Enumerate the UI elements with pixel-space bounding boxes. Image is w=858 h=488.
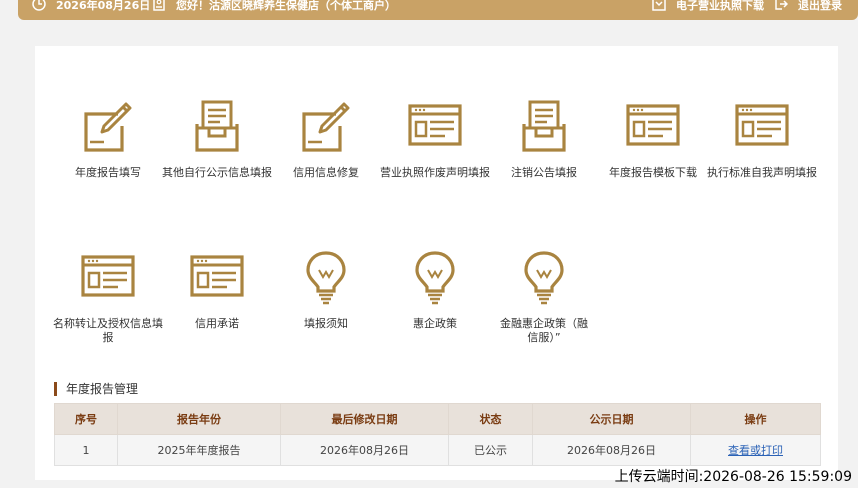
tile-label: 执行标准自我声明填报 — [707, 166, 817, 179]
greeting-area: 您好！沽源区晓辉养生保健店（个体工商户） — [152, 0, 396, 12]
date-area: 2026年08月26日 — [32, 0, 150, 12]
browser-window-icon — [626, 104, 680, 146]
tile-credit-repair[interactable]: 信用信息修复 — [270, 96, 382, 180]
column-header: 操作 — [690, 403, 821, 435]
tile-label: 其他自行公示信息填报 — [162, 166, 272, 179]
column-header: 序号 — [54, 403, 118, 435]
logout-link[interactable]: 退出登录 — [774, 0, 842, 12]
clock-icon — [32, 0, 46, 11]
tile-standard-declaration[interactable]: 执行标准自我声明填报 — [706, 96, 818, 180]
column-header: 报告年份 — [117, 403, 281, 435]
lightbulb-icon — [524, 251, 564, 305]
tile-label: 金融惠企政策（融信服）” — [500, 317, 588, 344]
tile-label: 年度报告模板下载 — [609, 166, 697, 179]
tile-cancellation-notice[interactable]: 注销公告填报 — [488, 96, 600, 180]
user-badge-icon — [152, 0, 166, 11]
cell-actions: 查看或打印 — [690, 434, 821, 466]
cell-modified-date: 2026年08月26日 — [280, 434, 449, 466]
tile-label: 信用承诺 — [195, 317, 239, 330]
column-header: 公示日期 — [532, 403, 691, 435]
tile-label: 年度报告填写 — [75, 166, 141, 179]
lightbulb-icon — [415, 251, 455, 305]
tile-name-transfer[interactable]: 名称转让及授权信息填报 — [52, 247, 164, 345]
browser-window-icon — [735, 104, 789, 146]
logout-icon — [774, 0, 788, 11]
top-bar: 2026年08月26日 您好！沽源区晓辉养生保健店（个体工商户） 电子营业执照下… — [18, 0, 858, 20]
browser-window-icon — [190, 255, 244, 297]
cell-status: 已公示 — [448, 434, 533, 466]
tile-filing-notes[interactable]: 填报须知 — [270, 247, 382, 331]
tile-annual-report-fill[interactable]: 年度报告填写 — [52, 96, 164, 180]
column-header: 最后修改日期 — [280, 403, 449, 435]
current-date: 2026年08月26日 — [56, 0, 151, 12]
edit-form-icon — [84, 102, 132, 152]
greeting-text: 您好！沽源区晓辉养生保健店（个体工商户） — [176, 0, 396, 12]
cell-report-year: 2025年年度报告 — [117, 434, 281, 466]
license-download-label: 电子营业执照下载 — [676, 0, 764, 12]
tile-label: 名称转让及授权信息填报 — [53, 317, 163, 344]
cell-publish-date: 2026年08月26日 — [532, 434, 691, 466]
logout-label: 退出登录 — [798, 0, 842, 12]
annual-report-table: 序号 报告年份 最后修改日期 状态 公示日期 操作 1 2025年年度报告 20… — [54, 403, 821, 466]
lightbulb-icon — [306, 251, 346, 305]
section-title: 年度报告管理 — [54, 382, 138, 396]
browser-window-icon — [81, 255, 135, 297]
tile-license-void[interactable]: 营业执照作废声明填报 — [379, 96, 491, 180]
tile-label: 惠企政策 — [413, 317, 457, 330]
cell-index: 1 — [54, 434, 118, 466]
download-icon — [652, 0, 666, 11]
tile-finance-policy[interactable]: 金融惠企政策（融信服）” — [488, 247, 600, 345]
table-row: 1 2025年年度报告 2026年08月26日 已公示 2026年08月26日 … — [54, 434, 821, 466]
tile-other-disclosure[interactable]: 其他自行公示信息填报 — [161, 96, 273, 180]
tile-label: 注销公告填报 — [511, 166, 577, 179]
column-header: 状态 — [448, 403, 533, 435]
license-download-link[interactable]: 电子营业执照下载 — [652, 0, 764, 12]
edit-form-icon — [302, 102, 350, 152]
tile-label: 信用信息修复 — [293, 166, 359, 179]
view-print-link[interactable]: 查看或打印 — [728, 444, 783, 457]
inbox-document-icon — [522, 100, 566, 152]
tile-business-policy[interactable]: 惠企政策 — [379, 247, 491, 331]
tile-credit-commitment[interactable]: 信用承诺 — [161, 247, 273, 331]
table-header-row: 序号 报告年份 最后修改日期 状态 公示日期 操作 — [54, 403, 821, 435]
tile-label: 填报须知 — [304, 317, 348, 330]
inbox-document-icon — [195, 100, 239, 152]
tile-label: 营业执照作废声明填报 — [380, 166, 490, 179]
tile-template-download[interactable]: 年度报告模板下载 — [597, 96, 709, 180]
upload-time-stamp: 上传云端时间:2026-08-26 15:59:09 — [614, 469, 852, 485]
browser-window-icon — [408, 104, 462, 146]
